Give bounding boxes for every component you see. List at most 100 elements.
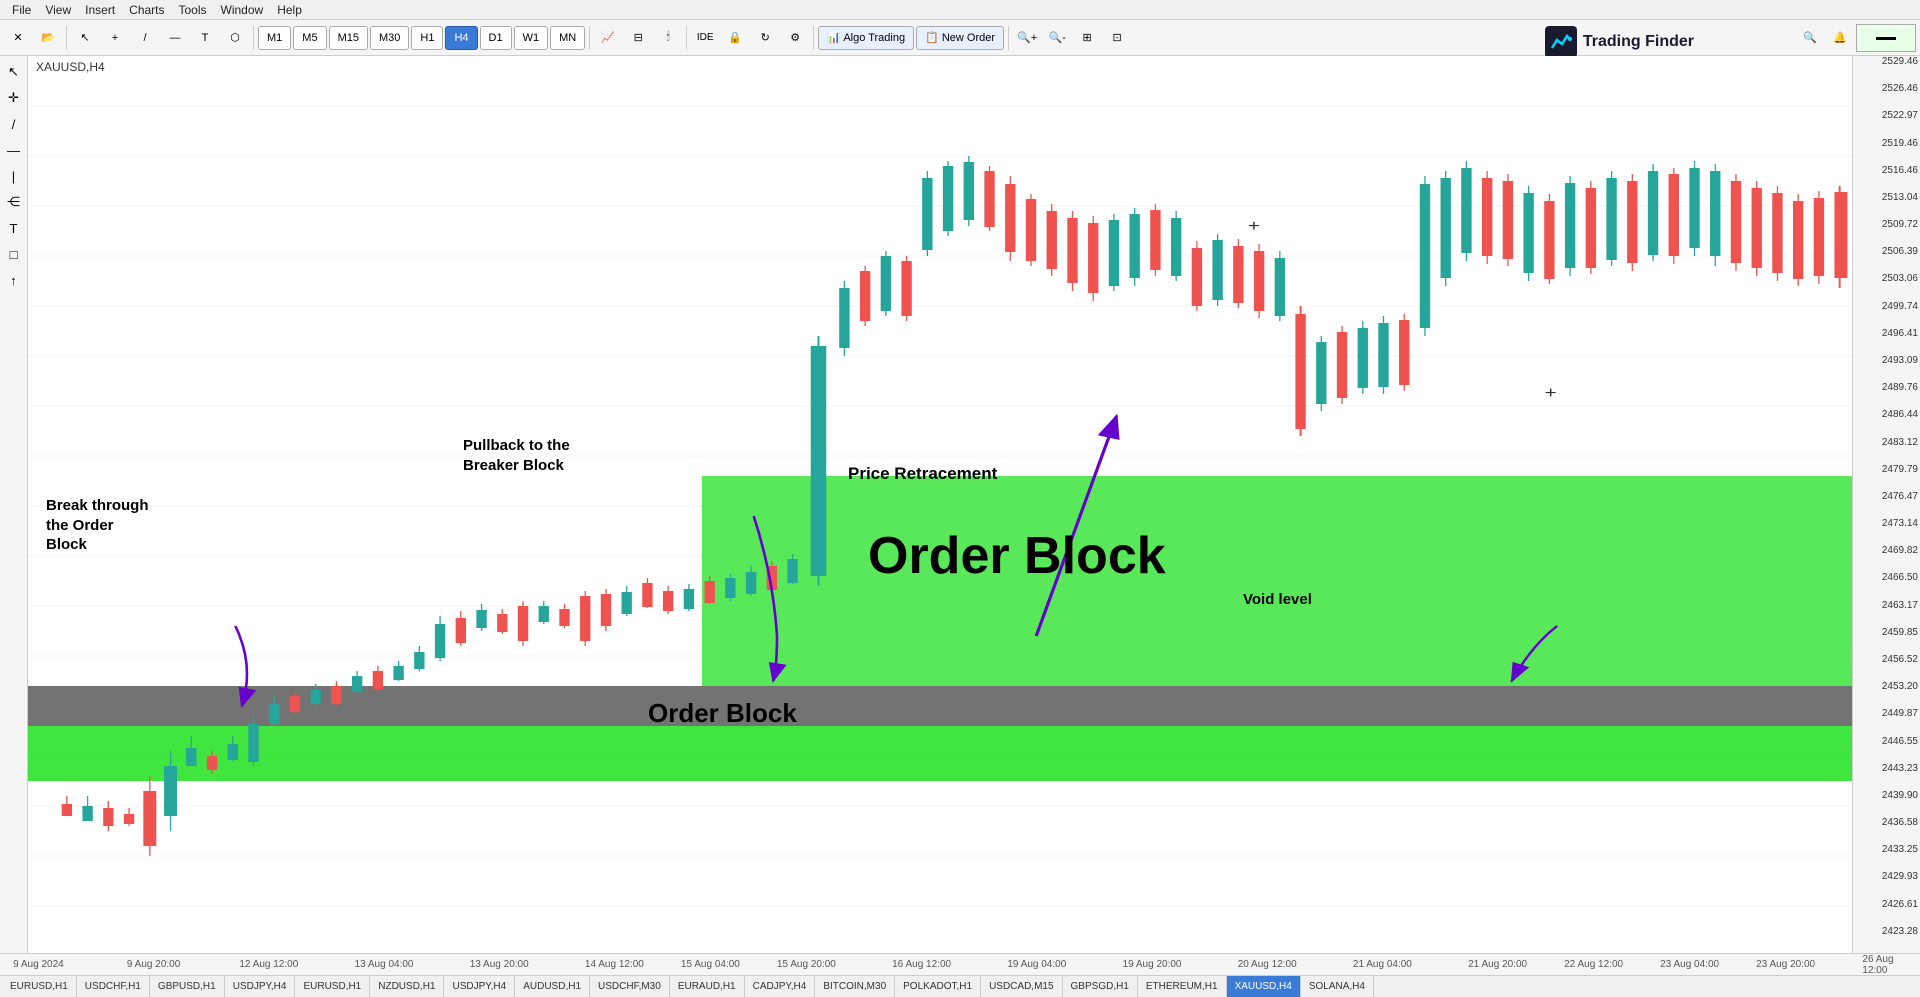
zoom-in-btn[interactable]: 🔍+	[1013, 24, 1041, 52]
settings-btn[interactable]: ⚙	[781, 24, 809, 52]
properties-btn[interactable]: ⊞	[1073, 24, 1101, 52]
time-label-11: 20 Aug 12:00	[1238, 959, 1297, 970]
logo-area: Trading Finder	[1545, 26, 1694, 58]
sym-tab-eurusd-h1-2[interactable]: EURUSD,H1	[295, 976, 370, 997]
price-label-29: 2433.25	[1882, 844, 1920, 855]
cursor-btn[interactable]: ↖	[71, 24, 99, 52]
tool-hline[interactable]: —	[2, 138, 26, 162]
tool-shape[interactable]: □	[2, 242, 26, 266]
tool-arrow[interactable]: ↑	[2, 268, 26, 292]
tf-mn[interactable]: MN	[550, 26, 585, 50]
shapes-btn[interactable]: ⬡	[221, 24, 249, 52]
menu-tools[interactable]: Tools	[173, 3, 213, 17]
tf-h4[interactable]: H4	[445, 26, 477, 50]
new-button[interactable]: ✕	[4, 24, 32, 52]
open-button[interactable]: 📂	[34, 24, 62, 52]
crosshair-btn[interactable]: +	[101, 24, 129, 52]
sym-tab-euraud-h1[interactable]: EURAUD,H1	[670, 976, 745, 997]
sym-tab-usdcad-m15[interactable]: USDCAD,M15	[981, 976, 1062, 997]
chart-type-candle[interactable]: 🕯	[654, 24, 682, 52]
menu-window[interactable]: Window	[215, 3, 270, 17]
price-label-19: 2466.50	[1882, 572, 1920, 583]
menu-view[interactable]: View	[39, 3, 77, 17]
left-tools: ↖ ✛ / — | ⋲ T □ ↑	[0, 56, 28, 953]
tf-h1[interactable]: H1	[411, 26, 443, 50]
hline-btn[interactable]: —	[161, 24, 189, 52]
sym-tab-nzdusd-h1[interactable]: NZDUSD,H1	[370, 976, 444, 997]
tool-crosshair[interactable]: ✛	[2, 86, 26, 110]
lock-btn[interactable]: 🔒	[721, 24, 749, 52]
sym-tab-eurusd-h1[interactable]: EURUSD,H1	[2, 976, 77, 997]
tf-m15[interactable]: M15	[329, 26, 368, 50]
svg-text:+: +	[1248, 216, 1260, 234]
sym-tab-polkadot-h1[interactable]: POLKADOT,H1	[895, 976, 981, 997]
tf-m1[interactable]: M1	[258, 26, 291, 50]
time-label-4: 13 Aug 20:00	[470, 959, 529, 970]
chart-type-line[interactable]: 📈	[594, 24, 622, 52]
price-label-30: 2429.93	[1882, 871, 1920, 882]
tf-m30[interactable]: M30	[370, 26, 409, 50]
price-label-4: 2516.46	[1882, 165, 1920, 176]
tool-vline[interactable]: |	[2, 164, 26, 188]
order-block-green-bottom	[28, 726, 1920, 781]
search-btn[interactable]: 🔍	[1796, 24, 1824, 52]
tf-d1[interactable]: D1	[480, 26, 512, 50]
price-label-9: 2499.74	[1882, 301, 1920, 312]
price-label-2: 2522.97	[1882, 110, 1920, 121]
sym-tab-xauusd-h4[interactable]: XAUUSD,H4	[1227, 976, 1301, 997]
svg-text:+: +	[1545, 383, 1557, 401]
tf-m5[interactable]: M5	[293, 26, 326, 50]
price-label-17: 2473.14	[1882, 518, 1920, 529]
price-label-1: 2526.46	[1882, 83, 1920, 94]
zoom-out-btn[interactable]: 🔍-	[1043, 24, 1071, 52]
price-label-15: 2479.79	[1882, 464, 1920, 475]
sym-tab-usdjpy-h4[interactable]: USDJPY,H4	[225, 976, 296, 997]
sym-tab-gbpusd-h1[interactable]: GBPUSD,H1	[150, 976, 225, 997]
time-label-6: 15 Aug 04:00	[681, 959, 740, 970]
time-label-15: 23 Aug 04:00	[1660, 959, 1719, 970]
menu-file[interactable]: File	[6, 3, 37, 17]
algo-trading-btn[interactable]: 📊 Algo Trading	[818, 26, 914, 50]
tool-line[interactable]: /	[2, 112, 26, 136]
new-order-btn[interactable]: 📋 New Order	[916, 26, 1004, 50]
sym-tab-bitcoin-m30[interactable]: BITCOIN,M30	[815, 976, 895, 997]
alert-btn[interactable]: 🔔	[1826, 24, 1854, 52]
price-label-24: 2449.87	[1882, 708, 1920, 719]
tool-cursor[interactable]: ↖	[2, 60, 26, 84]
menu-help[interactable]: Help	[271, 3, 308, 17]
menu-insert[interactable]: Insert	[79, 3, 121, 17]
sym-tab-usdchf-h1[interactable]: USDCHF,H1	[77, 976, 150, 997]
time-label-1: 9 Aug 20:00	[127, 959, 180, 970]
price-label-21: 2459.85	[1882, 627, 1920, 638]
time-label-0: 9 Aug 2024	[13, 959, 64, 970]
sym-tab-ethereum-h1[interactable]: ETHEREUM,H1	[1138, 976, 1227, 997]
indicator-btn[interactable]: IDE	[691, 24, 719, 52]
time-axis: 9 Aug 2024 9 Aug 20:00 12 Aug 12:00 13 A…	[0, 953, 1920, 975]
tool-fib[interactable]: ⋲	[2, 190, 26, 214]
price-label-23: 2453.20	[1882, 681, 1920, 692]
sym-tab-cadjpy-h4[interactable]: CADJPY,H4	[745, 976, 816, 997]
sep2	[253, 26, 254, 50]
sym-tab-gbpsgd-h1[interactable]: GBPSGD,H1	[1063, 976, 1138, 997]
price-label-25: 2446.55	[1882, 736, 1920, 747]
sym-tab-usdchf-m30[interactable]: USDCHF,M30	[590, 976, 670, 997]
text-btn[interactable]: T	[191, 24, 219, 52]
time-label-10: 19 Aug 20:00	[1123, 959, 1182, 970]
time-label-12: 21 Aug 04:00	[1353, 959, 1412, 970]
line-btn[interactable]: /	[131, 24, 159, 52]
auto-scroll-btn[interactable]: ⊡	[1103, 24, 1131, 52]
chart-type-bar[interactable]: ⊟	[624, 24, 652, 52]
refresh-btn[interactable]: ↻	[751, 24, 779, 52]
sym-tab-solana-h4[interactable]: SOLANA,H4	[1301, 976, 1374, 997]
menu-bar: File View Insert Charts Tools Window Hel…	[0, 0, 1920, 20]
sep3	[589, 26, 590, 50]
tool-text[interactable]: T	[2, 216, 26, 240]
sep4	[686, 26, 687, 50]
menu-charts[interactable]: Charts	[123, 3, 170, 17]
price-indicator: ▬▬	[1856, 24, 1916, 52]
tf-w1[interactable]: W1	[514, 26, 549, 50]
sym-tab-usdjpy-h4-2[interactable]: USDJPY,H4	[444, 976, 515, 997]
price-label-7: 2506.39	[1882, 246, 1920, 257]
sym-tab-audusd-h1[interactable]: AUDUSD,H1	[515, 976, 590, 997]
chart-area[interactable]: XAUUSD,H4	[28, 56, 1920, 953]
